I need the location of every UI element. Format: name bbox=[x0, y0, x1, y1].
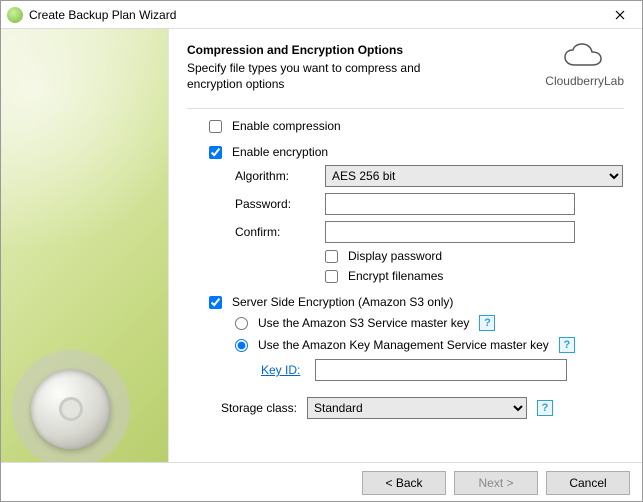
wizard-content: Compression and Encryption Options Speci… bbox=[169, 29, 642, 462]
display-password-row: Display password bbox=[325, 249, 624, 263]
sse-kms-row: Use the Amazon Key Management Service ma… bbox=[235, 337, 624, 353]
key-id-field[interactable] bbox=[315, 359, 567, 381]
back-button[interactable]: < Back bbox=[362, 471, 446, 495]
enable-encryption-checkbox[interactable] bbox=[209, 146, 222, 159]
algorithm-label: Algorithm: bbox=[235, 169, 321, 183]
password-label: Password: bbox=[235, 197, 321, 211]
wizard-sidebar-image bbox=[1, 29, 169, 462]
confirm-field[interactable] bbox=[325, 221, 575, 243]
wizard-footer: < Back Next > Cancel bbox=[1, 462, 642, 502]
app-icon bbox=[7, 7, 23, 23]
sse-label[interactable]: Server Side Encryption (Amazon S3 only) bbox=[232, 295, 453, 309]
sse-s3-label[interactable]: Use the Amazon S3 Service master key bbox=[258, 316, 469, 330]
brand-name: CloudberryLab bbox=[545, 74, 624, 88]
password-field[interactable] bbox=[325, 193, 575, 215]
page-subtitle: Specify file types you want to compress … bbox=[187, 61, 467, 92]
cloud-icon bbox=[561, 43, 609, 71]
sse-s3-row: Use the Amazon S3 Service master key ? bbox=[235, 315, 624, 331]
storage-class-label: Storage class: bbox=[209, 401, 303, 415]
form: Enable compression Enable encryption Alg… bbox=[187, 119, 624, 419]
sse-kms-radio[interactable] bbox=[235, 339, 248, 352]
encrypt-filenames-label[interactable]: Encrypt filenames bbox=[348, 269, 443, 283]
window-title: Create Backup Plan Wizard bbox=[29, 8, 598, 22]
password-row: Password: bbox=[235, 193, 624, 215]
divider bbox=[187, 108, 624, 109]
storage-class-select[interactable]: Standard bbox=[307, 397, 527, 419]
storage-class-row: Storage class: Standard ? bbox=[209, 397, 624, 419]
enable-encryption-row: Enable encryption bbox=[209, 145, 624, 159]
cancel-button[interactable]: Cancel bbox=[546, 471, 630, 495]
help-icon[interactable]: ? bbox=[559, 337, 575, 353]
encrypt-filenames-row: Encrypt filenames bbox=[325, 269, 624, 283]
wizard-window: Create Backup Plan Wizard Compression an… bbox=[0, 0, 643, 502]
key-id-row: Key ID: bbox=[261, 359, 624, 381]
page-title: Compression and Encryption Options bbox=[187, 43, 467, 57]
page-header: Compression and Encryption Options Speci… bbox=[187, 39, 624, 104]
enable-encryption-label[interactable]: Enable encryption bbox=[232, 145, 328, 159]
close-icon bbox=[615, 10, 625, 20]
algorithm-select[interactable]: AES 256 bit bbox=[325, 165, 623, 187]
sse-row: Server Side Encryption (Amazon S3 only) bbox=[209, 295, 624, 309]
next-button[interactable]: Next > bbox=[454, 471, 538, 495]
encrypt-filenames-checkbox[interactable] bbox=[325, 270, 338, 283]
titlebar: Create Backup Plan Wizard bbox=[1, 1, 642, 29]
confirm-row: Confirm: bbox=[235, 221, 624, 243]
enable-compression-row: Enable compression bbox=[209, 119, 624, 133]
key-id-link[interactable]: Key ID: bbox=[261, 363, 311, 377]
brand-logo: CloudberryLab bbox=[545, 43, 624, 88]
help-icon[interactable]: ? bbox=[537, 400, 553, 416]
help-icon[interactable]: ? bbox=[479, 315, 495, 331]
display-password-label[interactable]: Display password bbox=[348, 249, 442, 263]
sse-kms-label[interactable]: Use the Amazon Key Management Service ma… bbox=[258, 338, 549, 352]
display-password-checkbox[interactable] bbox=[325, 250, 338, 263]
algorithm-row: Algorithm: AES 256 bit bbox=[235, 165, 624, 187]
sse-checkbox[interactable] bbox=[209, 296, 222, 309]
enable-compression-checkbox[interactable] bbox=[209, 120, 222, 133]
close-button[interactable] bbox=[598, 1, 642, 29]
enable-compression-label[interactable]: Enable compression bbox=[232, 119, 341, 133]
confirm-label: Confirm: bbox=[235, 225, 321, 239]
wizard-body: Compression and Encryption Options Speci… bbox=[1, 29, 642, 462]
sse-s3-radio[interactable] bbox=[235, 317, 248, 330]
